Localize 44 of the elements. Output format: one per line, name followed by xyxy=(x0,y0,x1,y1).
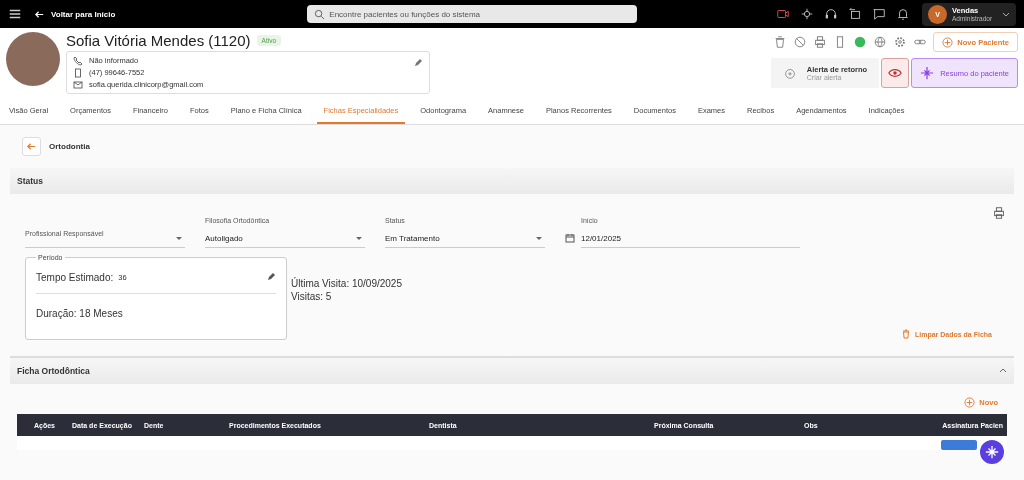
alarm-icon xyxy=(782,66,797,80)
photo-placeholder xyxy=(6,32,60,86)
chevron-up-icon[interactable] xyxy=(999,367,1007,375)
crosshair-icon[interactable] xyxy=(800,7,814,21)
last-visit-text: Última Visita: 10/09/2025 xyxy=(291,278,402,289)
video-icon[interactable] xyxy=(776,7,790,21)
eye-button[interactable] xyxy=(881,58,910,88)
back-button[interactable] xyxy=(22,136,41,156)
sparkle-icon xyxy=(985,445,999,459)
estimated-label: Tempo Estimado: xyxy=(36,271,114,283)
visits-count: Visitas: 5 xyxy=(291,291,333,302)
phone-icon xyxy=(73,55,83,66)
mobile-icon xyxy=(73,67,83,78)
dropdown-caret-icon xyxy=(175,234,183,242)
pencil-icon[interactable] xyxy=(266,272,276,282)
print-icon[interactable] xyxy=(813,35,828,49)
print-icon[interactable] xyxy=(992,206,1006,220)
caret-icon xyxy=(1002,10,1010,18)
transfer-icon[interactable] xyxy=(848,7,862,21)
eye-icon xyxy=(888,66,903,80)
settings-icon[interactable] xyxy=(893,35,908,49)
duration-text: Duração: 18 Meses xyxy=(36,307,124,319)
bell-icon[interactable] xyxy=(896,7,910,21)
search-field[interactable]: Encontre pacientes ou funções do sistema xyxy=(307,5,638,23)
dropdown-caret-icon xyxy=(535,234,543,242)
page-title: Ortodontia xyxy=(49,141,90,151)
menu-icon[interactable] xyxy=(8,7,22,21)
sparkle-icon xyxy=(920,66,935,80)
headset-icon[interactable] xyxy=(824,7,838,21)
globe-icon[interactable] xyxy=(873,35,888,49)
plus-circle-icon xyxy=(942,36,954,48)
section-title: Ficha Ortodôntica xyxy=(17,366,90,376)
dropdown-caret-icon xyxy=(355,234,363,242)
section-title: Status xyxy=(17,176,43,186)
chat-icon[interactable] xyxy=(872,7,886,21)
patient-name: Sofia Vitória Mendes (1120) xyxy=(66,32,251,49)
plus-circle-icon xyxy=(964,396,976,408)
mail-icon xyxy=(73,79,83,90)
pencil-icon[interactable] xyxy=(413,58,423,68)
calendar-icon[interactable] xyxy=(565,233,575,243)
block-icon[interactable] xyxy=(793,35,808,49)
back-link[interactable]: Voltar para Início xyxy=(34,8,116,20)
assistant-button[interactable] xyxy=(980,440,1004,464)
trash-icon xyxy=(900,329,911,339)
